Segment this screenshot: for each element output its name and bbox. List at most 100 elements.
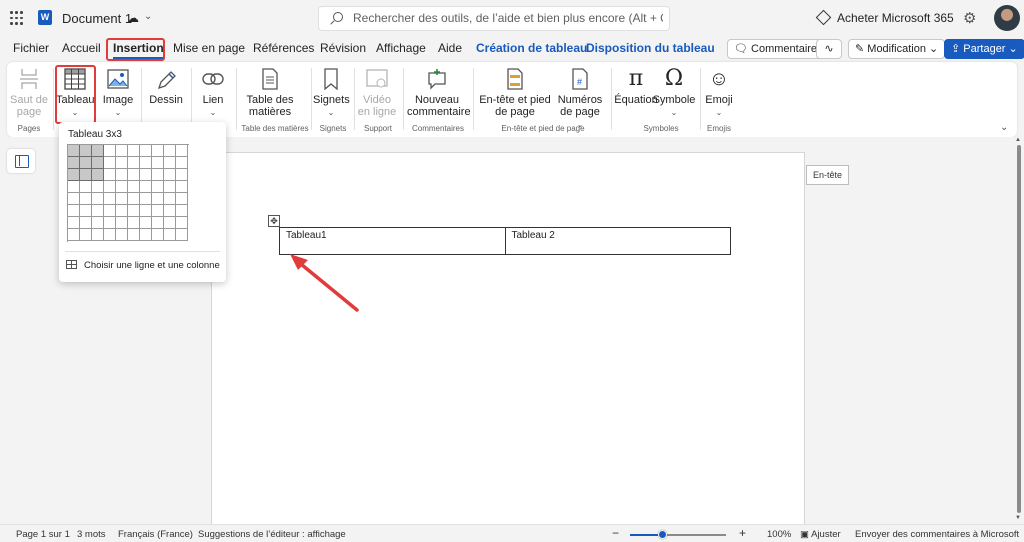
comments-button[interactable]: 🗨 Commentaires [727,39,830,59]
tab-accueil[interactable]: Accueil [62,41,101,55]
document-page[interactable] [211,152,805,524]
vertical-scrollbar[interactable] [1017,145,1021,513]
choose-rows-columns-item[interactable]: Choisir une ligne et une colonne [66,260,220,271]
tab-disposition-tableau[interactable]: Disposition du tableau [586,41,715,55]
symbol-button[interactable]: Ω Symbole ⌄ [652,66,696,119]
table-grid-cell[interactable] [176,193,188,205]
table-grid-cell[interactable] [104,205,116,217]
table-grid-cell[interactable] [128,181,140,193]
tab-creation-tableau[interactable]: Création de tableau [476,41,587,55]
table-grid-cell[interactable] [80,229,92,241]
new-comment-button[interactable]: Nouveau commentaire [407,66,471,118]
table-grid-cell[interactable] [140,205,152,217]
table-grid-cell[interactable] [92,217,104,229]
table-grid-cell[interactable] [92,169,104,181]
table-grid-cell[interactable] [116,181,128,193]
table-grid-cell[interactable] [164,229,176,241]
table-grid-cell[interactable] [152,229,164,241]
table-grid-cell[interactable] [140,145,152,157]
table-grid-cell[interactable] [176,229,188,241]
table-grid-cell[interactable] [92,205,104,217]
table-grid-cell[interactable] [152,181,164,193]
table-grid-cell[interactable] [116,145,128,157]
zoom-slider-thumb[interactable] [657,530,667,539]
ribbon-collapse-chevron-icon[interactable]: ⌄ [1000,122,1008,133]
tab-mise-en-page[interactable]: Mise en page [173,41,245,55]
table-grid-cell[interactable] [68,217,80,229]
table-grid-cell[interactable] [176,205,188,217]
tab-references[interactable]: Références [253,41,314,55]
table-grid-cell[interactable] [140,229,152,241]
bookmarks-button[interactable]: Signets ⌄ [313,66,350,119]
table-grid-cell[interactable] [128,157,140,169]
table-grid-cell[interactable] [68,205,80,217]
table-grid-cell[interactable] [152,193,164,205]
feedback-link[interactable]: Envoyer des commentaires à Microsoft [855,529,1019,540]
table-grid-cell[interactable] [176,157,188,169]
scroll-up-arrow-icon[interactable]: ▲ [1015,137,1021,143]
table-grid-cell[interactable] [80,193,92,205]
language[interactable]: Français (France) [118,529,193,540]
table-grid-cell[interactable] [128,169,140,181]
table-grid-cell[interactable] [68,181,80,193]
app-launcher-icon[interactable] [10,11,24,25]
table-grid-cell[interactable] [104,145,116,157]
table-grid-cell[interactable] [116,229,128,241]
search-input[interactable] [353,11,663,25]
table-grid-cell[interactable] [68,193,80,205]
table-grid-cell[interactable] [92,229,104,241]
zoom-level[interactable]: 100% [767,529,791,540]
online-video-button[interactable]: Vidéo en ligne [357,66,397,118]
table-cell[interactable]: Tableau1 [279,227,506,255]
emoji-button[interactable]: ☺ Emoji ⌄ [703,66,735,119]
table-grid-cell[interactable] [176,145,188,157]
table-grid-cell[interactable] [152,145,164,157]
chevron-down-icon[interactable]: ⌄ [144,11,152,22]
table-grid-cell[interactable] [176,217,188,229]
document-title[interactable]: Document 1 [62,11,132,26]
table-grid-cell[interactable] [140,193,152,205]
editor-suggestions[interactable]: Suggestions de l’éditeur : affichage [198,529,346,540]
table-grid-cell[interactable] [116,217,128,229]
table-grid-cell[interactable] [116,157,128,169]
buy-microsoft-365-link[interactable]: Acheter Microsoft 365 [815,9,954,26]
table-cell[interactable]: Tableau 2 [504,227,731,255]
table-grid-cell[interactable] [164,205,176,217]
table-of-contents-button[interactable]: Table des matières [243,66,297,118]
draw-button[interactable]: Dessin [146,66,186,106]
settings-gear-icon[interactable]: ⚙ [963,9,976,27]
table-grid-cell[interactable] [140,217,152,229]
table-grid-cell[interactable] [104,193,116,205]
table-grid-cell[interactable] [68,229,80,241]
table-grid-cell[interactable] [116,205,128,217]
table-grid-cell[interactable] [164,157,176,169]
table-grid-cell[interactable] [92,181,104,193]
header-footer-button[interactable]: En-tête et pied de page [476,66,554,118]
table-grid-cell[interactable] [92,193,104,205]
avatar[interactable] [994,5,1020,31]
table-grid-cell[interactable] [128,217,140,229]
table-grid-cell[interactable] [80,145,92,157]
header-tag[interactable]: En-tête [806,165,849,185]
cloud-check-icon[interactable]: ☁ [127,11,139,25]
link-button[interactable]: Lien ⌄ [195,66,231,119]
table-grid-cell[interactable] [152,217,164,229]
editing-mode-button[interactable]: ✎ Modification ⌄ [848,39,946,59]
page-count[interactable]: Page 1 sur 1 [16,529,70,540]
navigation-pane-icon[interactable] [7,149,35,173]
table-grid-cell[interactable] [164,217,176,229]
zoom-out-icon[interactable]: − [612,526,619,540]
zoom-slider[interactable] [630,530,726,539]
share-button[interactable]: ⇪ Partager ⌄ [944,39,1024,59]
table-grid-cell[interactable] [164,145,176,157]
table-grid-cell[interactable] [116,193,128,205]
table-grid-cell[interactable] [80,217,92,229]
zoom-in-icon[interactable]: + [739,526,746,540]
table-grid-cell[interactable] [152,157,164,169]
table-grid-cell[interactable] [140,181,152,193]
table-grid-cell[interactable] [80,169,92,181]
table-grid-cell[interactable] [80,157,92,169]
table-grid-cell[interactable] [128,229,140,241]
table-grid-cell[interactable] [164,181,176,193]
table-grid-cell[interactable] [104,181,116,193]
